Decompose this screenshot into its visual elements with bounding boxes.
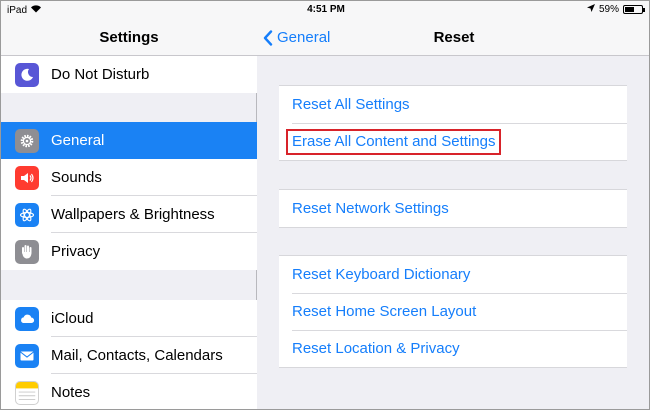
reset-all-settings-button[interactable]: Reset All Settings (279, 86, 627, 123)
settings-sidebar: Settings Do Not Disturb General Sounds W… (1, 1, 257, 409)
notes-icon (15, 380, 39, 405)
mail-icon (15, 343, 39, 368)
sidebar-item-label: iCloud (51, 300, 257, 337)
hand-icon (15, 239, 39, 264)
location-arrow-icon (586, 4, 595, 15)
sidebar-item-icloud[interactable]: iCloud (1, 300, 257, 337)
speaker-icon (15, 165, 39, 190)
sidebar-title: Settings (1, 19, 257, 56)
sidebar-item-notes[interactable]: Notes (1, 374, 257, 409)
row-label: Reset All Settings (292, 96, 410, 113)
battery-percent: 59% (598, 4, 619, 15)
reset-group-1: Reset All Settings Erase All Content and… (279, 85, 627, 161)
row-label: Reset Home Screen Layout (292, 303, 477, 320)
row-label: Reset Network Settings (292, 200, 449, 217)
sidebar-item-mail[interactable]: Mail, Contacts, Calendars (1, 337, 257, 374)
erase-all-content-button[interactable]: Erase All Content and Settings (279, 123, 627, 160)
page-title: Reset (433, 29, 475, 46)
flower-icon (15, 202, 39, 227)
detail-nav-bar: General Reset (257, 19, 649, 56)
sidebar-item-label: Notes (51, 384, 91, 401)
sidebar-item-label: Wallpapers & Brightness (51, 196, 257, 233)
status-bar: iPad 4:51 PM 59% (1, 1, 649, 19)
sidebar-item-label: General (51, 132, 105, 149)
sidebar-item-general[interactable]: General (1, 122, 257, 159)
sidebar-item-do-not-disturb[interactable]: Do Not Disturb (1, 56, 257, 93)
sidebar-item-label: Do Not Disturb (51, 66, 150, 83)
sidebar-item-label: Sounds (51, 159, 257, 196)
sidebar-item-sounds[interactable]: Sounds (1, 159, 257, 196)
sidebar-item-label: Privacy (51, 243, 101, 260)
reset-home-screen-layout-button[interactable]: Reset Home Screen Layout (279, 293, 627, 330)
battery-icon (623, 5, 645, 14)
battery-level (625, 7, 635, 12)
reset-group-3: Reset Keyboard Dictionary Reset Home Scr… (279, 255, 627, 368)
row-label: Reset Keyboard Dictionary (292, 266, 471, 283)
reset-location-privacy-button[interactable]: Reset Location & Privacy (279, 330, 627, 367)
cloud-icon (15, 306, 39, 331)
reset-group-2: Reset Network Settings (279, 189, 627, 228)
highlight-box: Erase All Content and Settings (286, 129, 502, 155)
sidebar-item-privacy[interactable]: Privacy (1, 233, 257, 270)
sidebar-item-label: Mail, Contacts, Calendars (51, 337, 257, 374)
reset-network-settings-button[interactable]: Reset Network Settings (279, 190, 627, 227)
row-label: Erase All Content and Settings (292, 133, 496, 150)
row-label: Reset Location & Privacy (292, 340, 460, 357)
moon-icon (15, 62, 39, 87)
ipad-screen: Settings Do Not Disturb General Sounds W… (0, 0, 650, 410)
gear-icon (15, 128, 39, 153)
reset-keyboard-dictionary-button[interactable]: Reset Keyboard Dictionary (279, 256, 627, 293)
sidebar-item-wallpapers[interactable]: Wallpapers & Brightness (1, 196, 257, 233)
status-time: 4:51 PM (307, 4, 345, 15)
